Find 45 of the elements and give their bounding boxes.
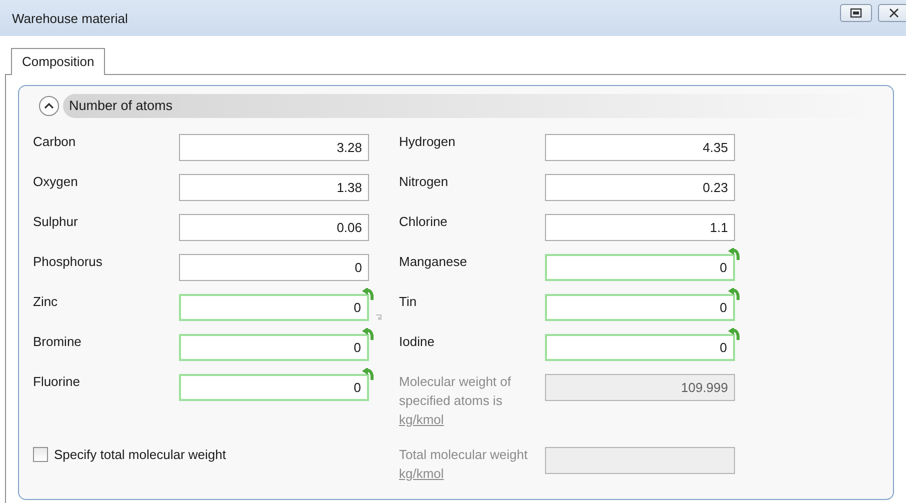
undo-arrow-icon[interactable] bbox=[728, 328, 741, 343]
field-label: Carbon bbox=[33, 133, 77, 151]
number-field[interactable]: 4.35 bbox=[545, 134, 735, 161]
number-field[interactable]: 0 bbox=[545, 294, 735, 321]
resize-grip-icon bbox=[375, 314, 382, 321]
field-label: Manganese bbox=[399, 253, 468, 271]
field-label: Fluorine bbox=[33, 373, 81, 391]
field-label: Nitrogen bbox=[399, 173, 450, 191]
restore-icon bbox=[850, 8, 862, 18]
number-field[interactable]: 0 bbox=[545, 334, 735, 361]
number-field[interactable]: 3.28 bbox=[179, 134, 369, 161]
number-field[interactable]: 0 bbox=[179, 294, 369, 321]
number-field[interactable]: 0.06 bbox=[179, 214, 369, 241]
field-label: Phosphorus bbox=[33, 253, 104, 271]
checkbox-label[interactable]: Specify total molecular weight bbox=[54, 447, 226, 462]
tab[interactable]: Composition bbox=[11, 48, 106, 75]
checkbox[interactable] bbox=[33, 447, 48, 462]
undo-arrow-icon[interactable] bbox=[362, 328, 375, 343]
number-field[interactable]: 0 bbox=[545, 254, 735, 281]
undo-arrow-icon[interactable] bbox=[362, 368, 375, 383]
number-field[interactable]: 0.23 bbox=[545, 174, 735, 201]
undo-arrow-icon[interactable] bbox=[728, 248, 741, 263]
field-label: Tin bbox=[399, 293, 418, 311]
number-field[interactable]: 1.38 bbox=[179, 174, 369, 201]
window-title: Warehouse material bbox=[12, 10, 128, 26]
field-label: Hydrogen bbox=[399, 133, 456, 151]
undo-arrow-icon[interactable] bbox=[362, 288, 375, 303]
field-label: Zinc bbox=[33, 293, 59, 311]
field-label: Chlorine bbox=[399, 213, 448, 231]
close-button[interactable] bbox=[878, 4, 906, 22]
number-field[interactable]: 1.1 bbox=[545, 214, 735, 241]
close-icon bbox=[888, 8, 900, 18]
field-label: Sulphur bbox=[33, 213, 79, 231]
field-label: Oxygen bbox=[33, 173, 79, 191]
chevron-icon bbox=[44, 102, 54, 110]
field-label: Total molecular weight kg/kmol bbox=[399, 446, 529, 483]
field-label: Iodine bbox=[399, 333, 436, 351]
collapse-button[interactable] bbox=[39, 96, 59, 116]
undo-arrow-icon[interactable] bbox=[728, 288, 741, 303]
field-label: Molecular weight of specified atoms is kg/kmol bbox=[399, 373, 512, 429]
restore-button[interactable] bbox=[840, 4, 872, 22]
number-field[interactable]: 0 bbox=[179, 254, 369, 281]
number-field[interactable]: 0 bbox=[179, 374, 369, 401]
number-field[interactable]: 0 bbox=[179, 334, 369, 361]
field-label: Bromine bbox=[33, 333, 82, 351]
